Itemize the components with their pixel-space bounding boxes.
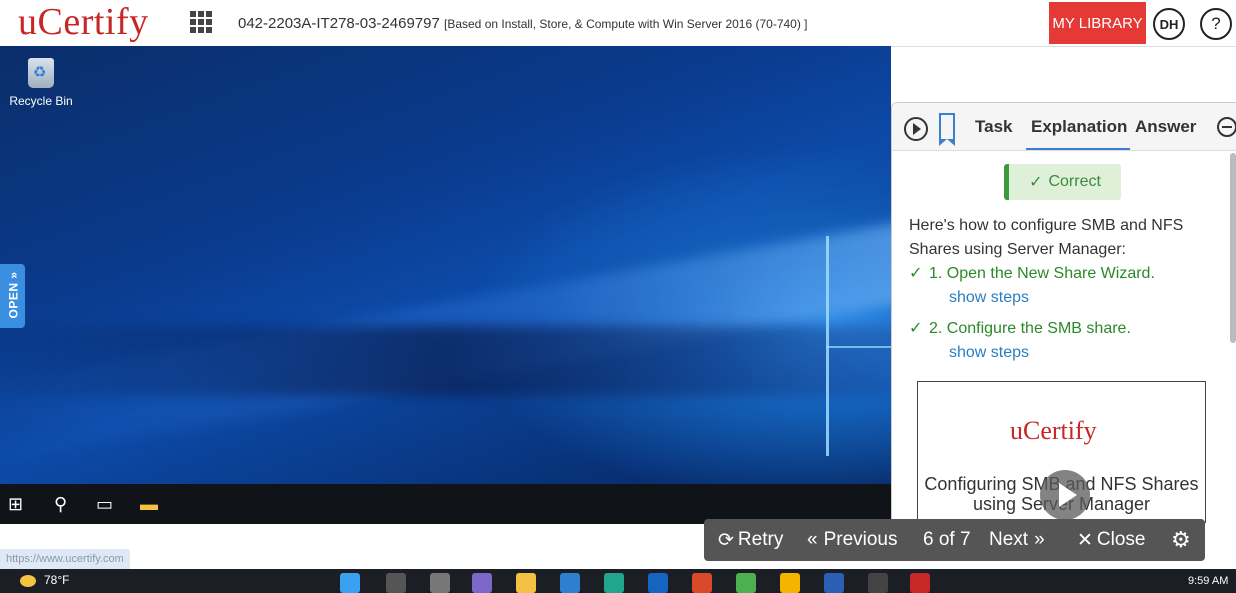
- step-text: 2. Configure the SMB share.: [929, 320, 1131, 337]
- close-label: Close: [1096, 529, 1146, 550]
- next-button[interactable]: Next »: [989, 519, 1045, 561]
- edge-icon[interactable]: [604, 573, 624, 593]
- weather-temp: 78°F: [44, 573, 70, 587]
- ucertify-logo[interactable]: uCertify: [18, 0, 149, 44]
- panel-scrollbar[interactable]: [1230, 153, 1236, 343]
- double-chevron-left-icon: «: [807, 529, 818, 550]
- tab-task[interactable]: Task: [975, 117, 1013, 137]
- previous-label: Previous: [823, 529, 898, 550]
- ucertify-app-icon[interactable]: [910, 573, 930, 593]
- explanation-panel: Task Explanation Answer ✓ Correct Here's…: [891, 102, 1236, 523]
- wallpaper-shadow: [0, 326, 891, 396]
- refresh-icon: ⟳: [718, 529, 734, 551]
- vm-desktop[interactable]: Recycle Bin OPEN »: [0, 46, 891, 484]
- weather-widget[interactable]: 78°F: [20, 573, 69, 587]
- vs-code-icon[interactable]: [648, 573, 668, 593]
- bookmark-icon[interactable]: [939, 113, 955, 146]
- explanation-intro: Here's how to configure SMB and NFS Shar…: [909, 217, 1184, 258]
- show-steps-link[interactable]: show steps: [949, 289, 1029, 306]
- step-item: ✓ 2. Configure the SMB share. show steps: [909, 317, 1219, 365]
- open-tab-label: OPEN »: [6, 271, 21, 319]
- gear-icon[interactable]: ⚙: [1171, 529, 1193, 551]
- file-explorer-icon[interactable]: [516, 573, 536, 593]
- question-position: 6 of 7: [923, 529, 971, 550]
- correct-badge: ✓ Correct: [1004, 164, 1121, 200]
- wallpaper-window-bar: [826, 346, 891, 348]
- play-icon[interactable]: [904, 117, 928, 141]
- step-item: ✓ 1. Open the New Share Wizard. show step…: [909, 262, 1219, 310]
- course-code: 042-2203A-IT278-03-2469797: [238, 15, 440, 32]
- terminal-icon[interactable]: [868, 573, 888, 593]
- notes-icon[interactable]: [780, 573, 800, 593]
- weather-icon: [20, 574, 36, 587]
- search-icon[interactable]: ⚲: [54, 494, 67, 515]
- file-explorer-icon[interactable]: ▬: [140, 494, 158, 515]
- word-icon[interactable]: [824, 573, 844, 593]
- windows-start-icon[interactable]: ⊞: [8, 494, 23, 515]
- vm-taskbar: ⊞ ⚲ ▭ ▬: [0, 484, 891, 524]
- correct-label: Correct: [1048, 173, 1101, 190]
- video-play-icon[interactable]: [1040, 470, 1090, 520]
- chrome-icon[interactable]: [736, 573, 756, 593]
- status-url: https://www.ucertify.com: [0, 549, 130, 569]
- recycle-bin-label: Recycle Bin: [9, 94, 73, 108]
- double-chevron-right-icon: »: [1034, 529, 1045, 550]
- course-title: 042-2203A-IT278-03-2469797 [Based on Ins…: [238, 15, 808, 32]
- previous-button[interactable]: « Previous: [807, 519, 898, 561]
- video-logo: uCertify: [1010, 416, 1097, 445]
- top-header: uCertify 042-2203A-IT278-03-2469797 [Bas…: [0, 0, 1236, 47]
- close-button[interactable]: ✕ Close: [1077, 519, 1146, 561]
- task-view-icon[interactable]: ▭: [96, 494, 113, 515]
- show-steps-link[interactable]: show steps: [949, 344, 1029, 361]
- active-tab-indicator: [1026, 148, 1130, 150]
- store-icon[interactable]: [560, 573, 580, 593]
- retry-label: Retry: [737, 529, 784, 550]
- recycle-bin-icon: [28, 58, 54, 88]
- task-view-icon[interactable]: [430, 573, 450, 593]
- powerpoint-icon[interactable]: [692, 573, 712, 593]
- tab-explanation[interactable]: Explanation: [1031, 117, 1127, 137]
- host-taskbar: 78°F 9:59 AM: [0, 569, 1236, 593]
- user-avatar[interactable]: DH: [1153, 8, 1185, 40]
- panel-header: Task Explanation Answer: [892, 103, 1236, 151]
- tab-answer[interactable]: Answer: [1135, 117, 1196, 137]
- apps-grid-icon[interactable]: [190, 11, 212, 33]
- close-icon: ✕: [1077, 529, 1093, 551]
- course-subtitle: [Based on Install, Store, & Compute with…: [444, 17, 808, 31]
- step-text: 1. Open the New Share Wizard.: [929, 265, 1155, 282]
- video-thumbnail[interactable]: uCertify Configuring SMB and NFS Shares …: [917, 381, 1206, 523]
- teams-icon[interactable]: [472, 573, 492, 593]
- my-library-button[interactable]: MY LIBRARY: [1049, 2, 1146, 44]
- check-icon: ✓: [909, 265, 923, 282]
- next-label: Next: [989, 529, 1029, 550]
- check-icon: ✓: [1029, 174, 1043, 191]
- retry-button[interactable]: ⟳ Retry: [718, 519, 783, 561]
- search-icon[interactable]: [386, 573, 406, 593]
- recycle-bin-shortcut[interactable]: Recycle Bin: [8, 58, 74, 108]
- windows-start-icon[interactable]: [340, 573, 360, 593]
- check-icon: ✓: [909, 320, 923, 337]
- collapse-icon[interactable]: [1217, 117, 1236, 137]
- system-clock[interactable]: 9:59 AM: [1188, 575, 1228, 587]
- open-sidebar-tab[interactable]: OPEN »: [0, 264, 25, 328]
- question-controls: ⟳ Retry « Previous 6 of 7 Next » ✕ Close…: [704, 519, 1205, 561]
- help-button[interactable]: ?: [1200, 8, 1232, 40]
